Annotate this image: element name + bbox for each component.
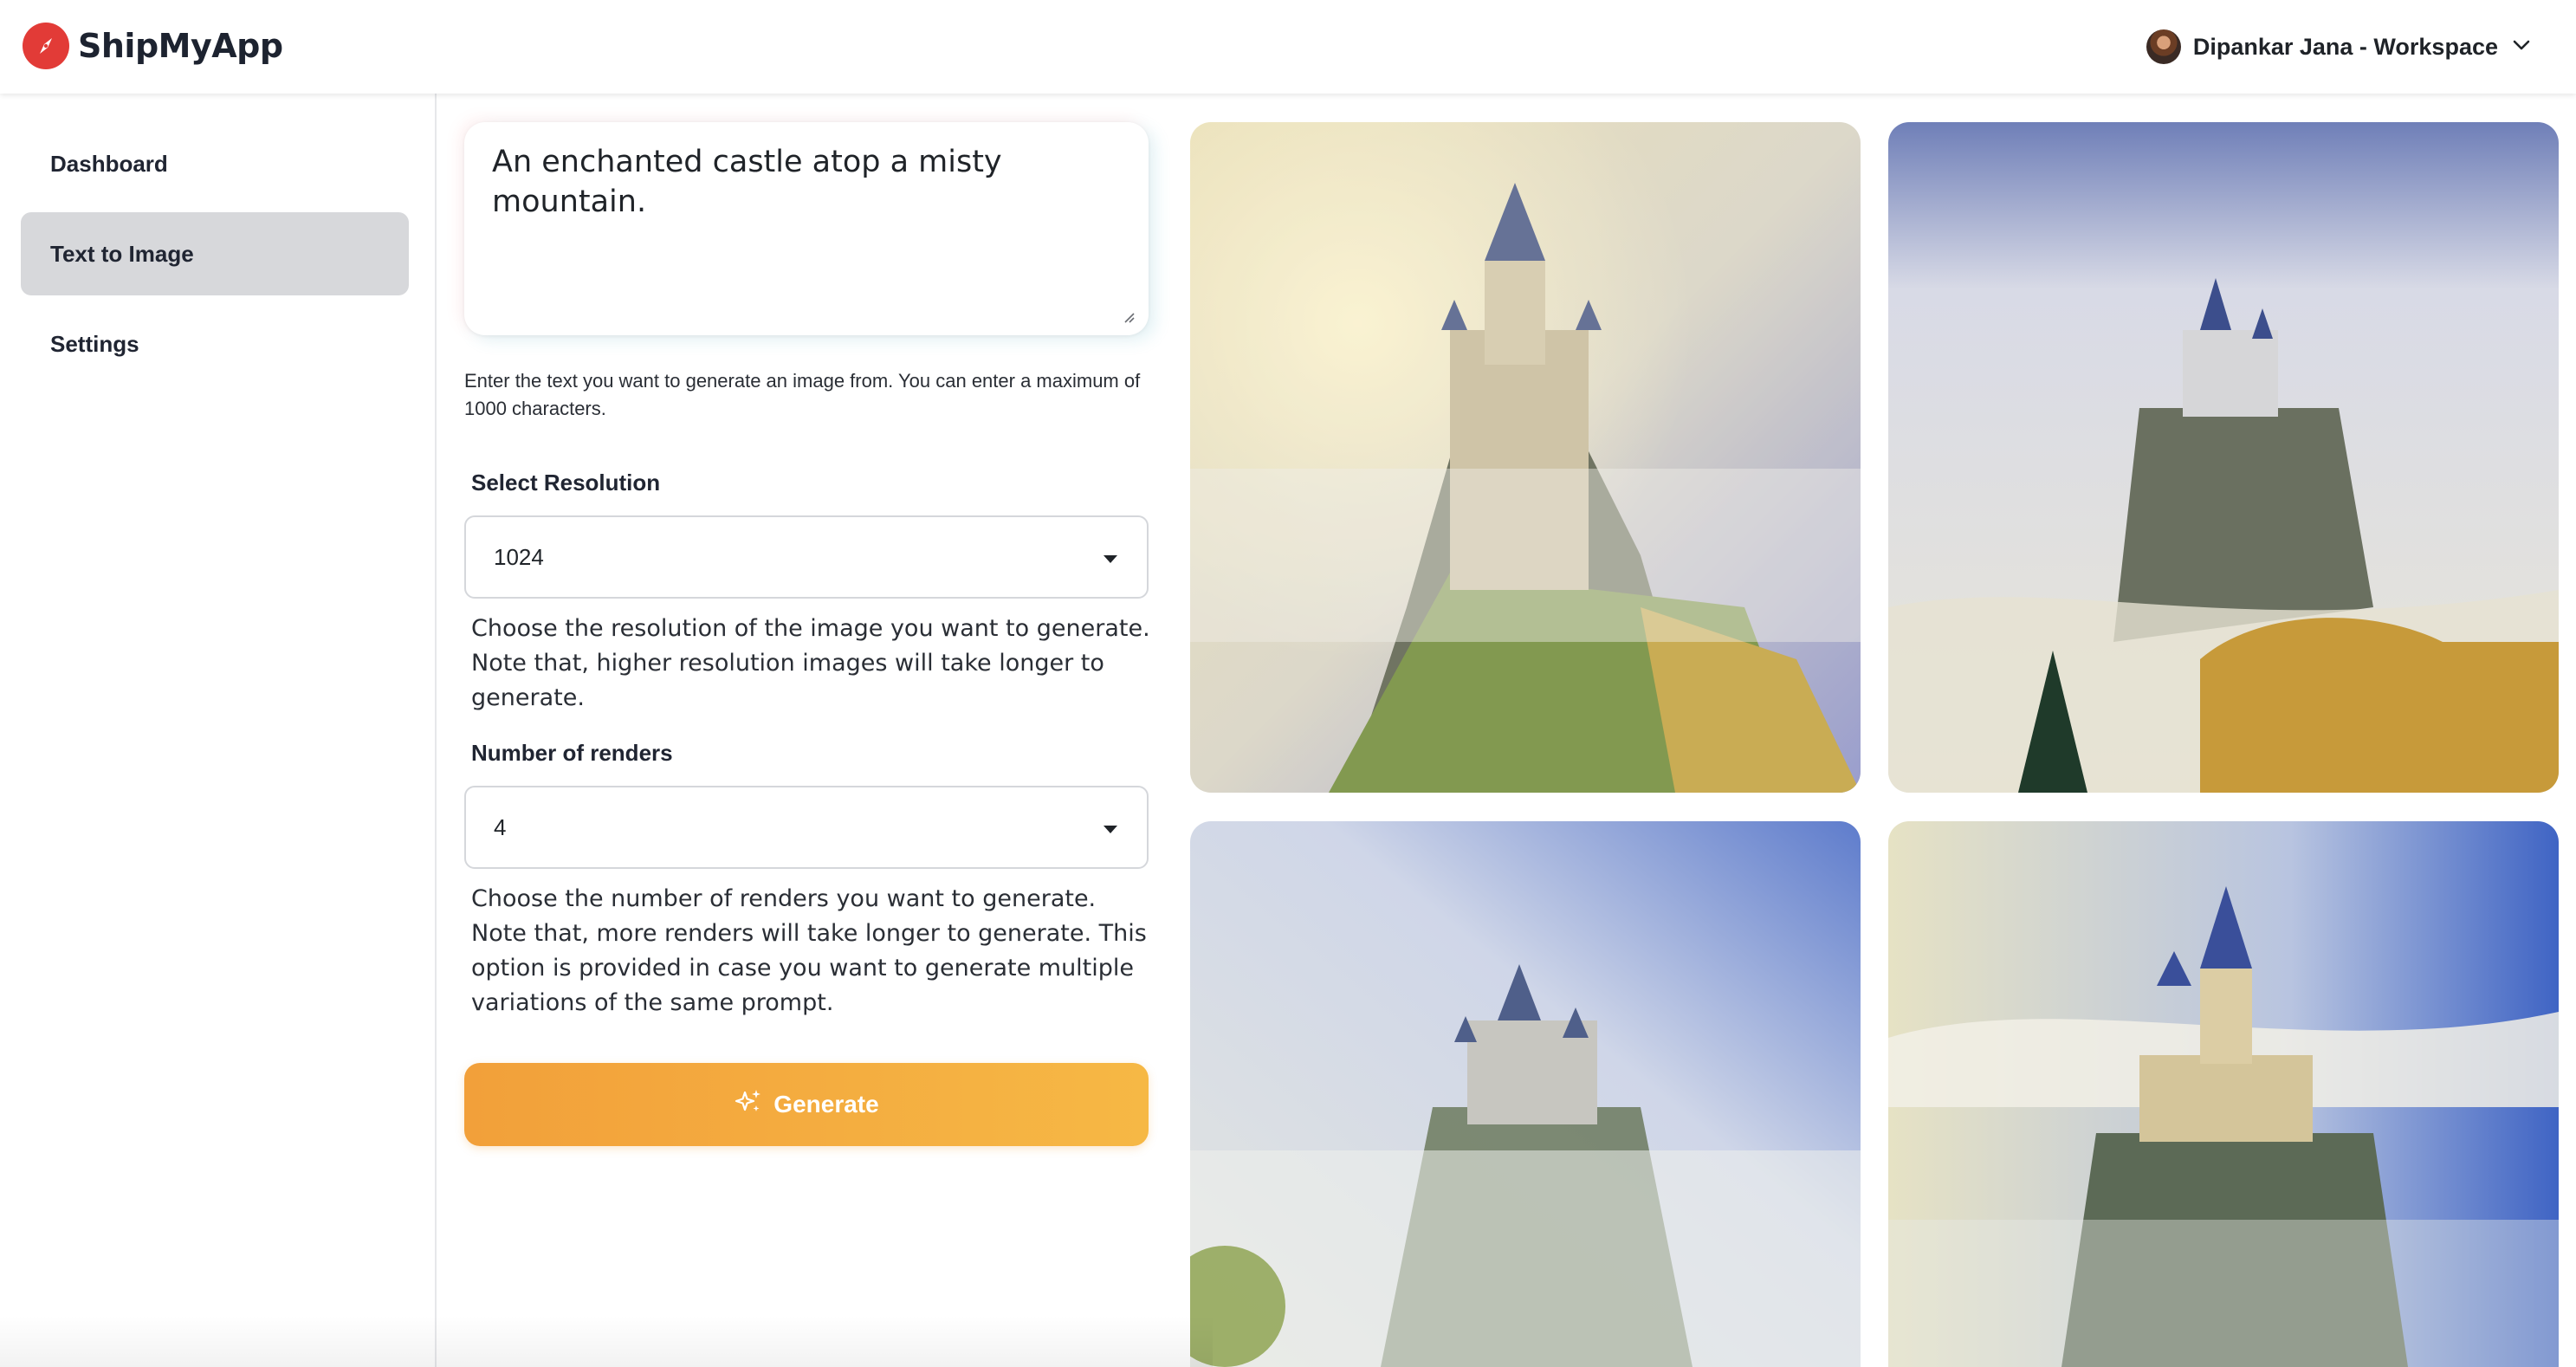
renders-label: Number of renders (471, 740, 673, 766)
top-bar: ShipMyApp Dipankar Jana - Workspace (0, 0, 2576, 94)
chevron-down-icon (2510, 34, 2533, 61)
sidebar-item-label: Settings (50, 330, 139, 357)
caret-down-icon (1104, 826, 1117, 833)
resolution-value: 1024 (494, 543, 544, 570)
renders-helper-text: Choose the number of renders you want to… (471, 885, 1147, 1016)
app-name: ShipMyApp (78, 27, 283, 65)
resolution-label: Select Resolution (471, 470, 661, 496)
sidebar-item-label: Dashboard (50, 150, 168, 177)
sidebar-item-text-to-image[interactable]: Text to Image (21, 212, 409, 295)
compass-icon (23, 23, 69, 69)
caret-down-icon (1104, 555, 1117, 563)
account-menu[interactable]: Dipankar Jana - Workspace (2146, 24, 2533, 69)
render-image-3[interactable] (1190, 821, 1861, 1367)
render-image-2[interactable] (1888, 122, 2559, 793)
prompt-box: An enchanted castle atop a misty mountai… (464, 122, 1149, 335)
sparkles-icon (734, 1087, 763, 1123)
renders-select[interactable]: 4 (464, 786, 1149, 869)
sidebar-item-label: Text to Image (50, 240, 194, 267)
resolution-helper-text: Choose the resolution of the image you w… (471, 615, 1150, 711)
generate-button[interactable]: Generate (464, 1063, 1149, 1146)
sidebar: Dashboard Text to Image Settings (0, 94, 437, 1367)
render-image-1[interactable] (1190, 122, 1861, 793)
prompt-helper-text: Enter the text you want to generate an i… (464, 370, 1141, 419)
sidebar-item-dashboard[interactable]: Dashboard (21, 122, 409, 205)
prompt-input[interactable]: An enchanted castle atop a misty mountai… (492, 143, 1121, 314)
sidebar-item-settings[interactable]: Settings (21, 302, 409, 385)
renders-value: 4 (494, 813, 507, 840)
resolution-select[interactable]: 1024 (464, 515, 1149, 599)
account-label: Dipankar Jana - Workspace (2192, 33, 2498, 60)
render-image-4[interactable] (1888, 821, 2559, 1367)
generate-label: Generate (773, 1091, 879, 1118)
avatar (2146, 29, 2181, 64)
brand[interactable]: ShipMyApp (23, 22, 283, 70)
resize-handle-icon[interactable] (1121, 309, 1135, 323)
